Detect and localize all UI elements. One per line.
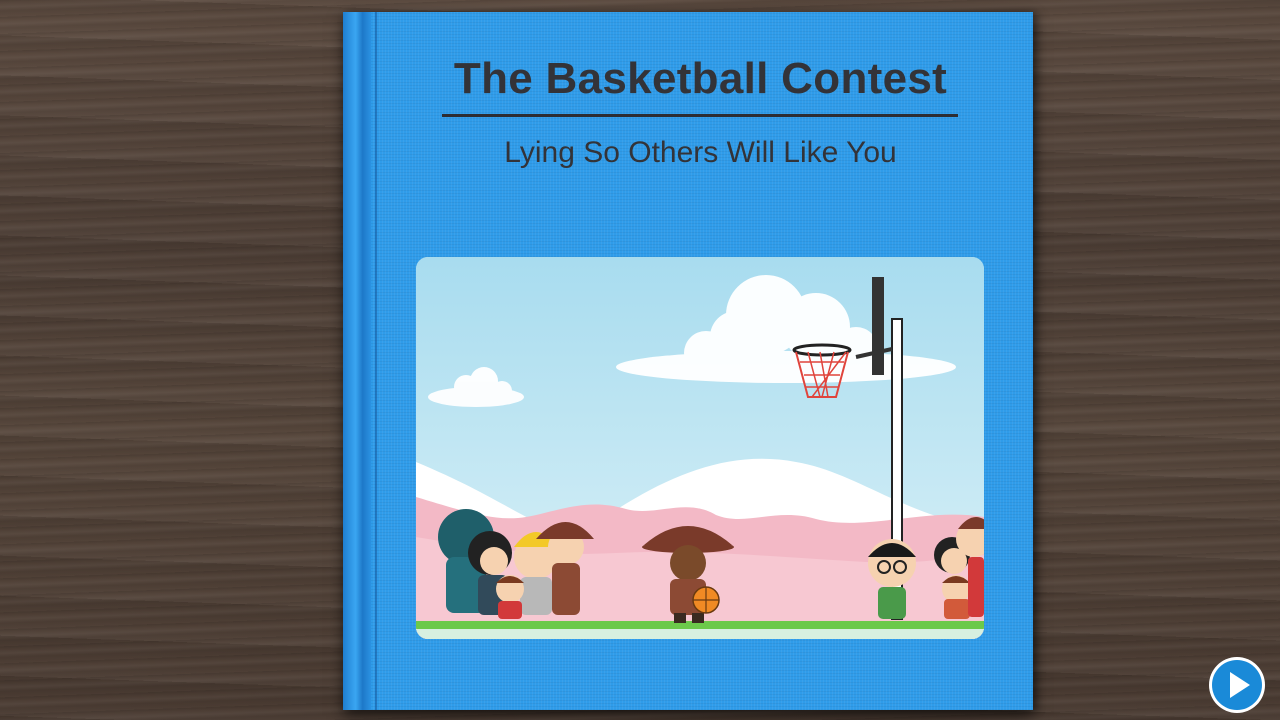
book-subtitle: Lying So Others Will Like You (504, 136, 897, 169)
basketball-court-scene-icon (416, 257, 984, 639)
title-divider (442, 114, 958, 117)
play-button[interactable] (1209, 657, 1265, 713)
play-icon (1230, 672, 1250, 698)
book-cover: The Basketball Contest Lying So Others W… (343, 12, 1033, 710)
cover-illustration (416, 257, 984, 639)
book-spine (343, 12, 371, 710)
spine-crease (375, 12, 377, 710)
book-title: The Basketball Contest (453, 54, 948, 103)
